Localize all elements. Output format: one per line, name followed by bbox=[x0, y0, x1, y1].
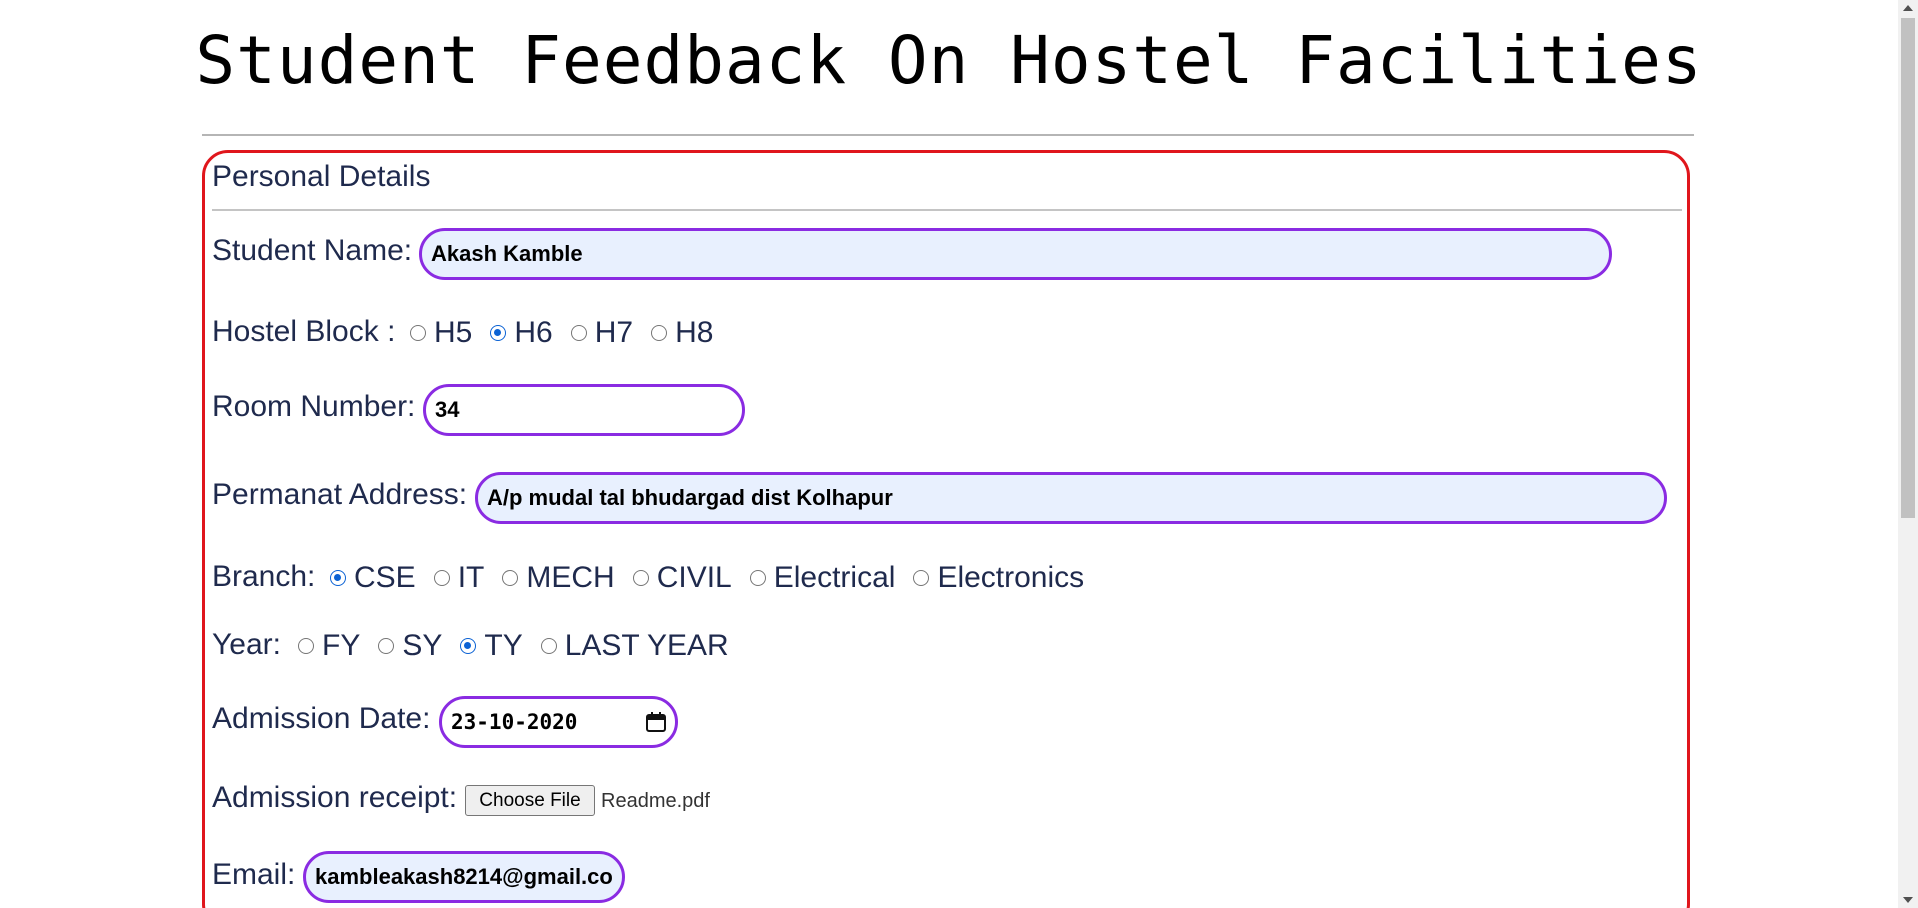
choose-file-button[interactable]: Choose File bbox=[465, 785, 595, 816]
section-divider bbox=[212, 209, 1682, 211]
radio-cse[interactable] bbox=[330, 570, 346, 586]
title-divider bbox=[202, 134, 1694, 136]
year-label: Year: bbox=[212, 628, 281, 661]
address-input[interactable]: A/p mudal tal bhudargad dist Kolhapur bbox=[475, 472, 1667, 524]
room-number-label: Room Number: bbox=[212, 390, 416, 423]
page-title: Student Feedback On Hostel Facilities bbox=[195, 22, 1703, 99]
admission-date-label: Admission Date: bbox=[212, 702, 431, 735]
hostel-block-option-h5[interactable]: H5 bbox=[410, 316, 472, 350]
branch-group: CSE IT MECH CIVIL Electrical Electronics bbox=[330, 561, 1102, 595]
branch-option-cse[interactable]: CSE bbox=[330, 561, 416, 595]
radio-h5[interactable] bbox=[410, 325, 426, 341]
hostel-block-group: H5 H6 H7 H8 bbox=[410, 316, 731, 350]
radio-it[interactable] bbox=[433, 570, 450, 586]
year-option-sy[interactable]: SY bbox=[378, 629, 442, 663]
branch-label: Branch: bbox=[212, 560, 316, 593]
calendar-icon[interactable] bbox=[645, 711, 667, 733]
year-option-ty[interactable]: TY bbox=[460, 629, 523, 663]
hostel-block-option-h6[interactable]: H6 bbox=[490, 316, 553, 350]
room-number-input[interactable]: 34 bbox=[423, 384, 745, 436]
radio-fy[interactable] bbox=[298, 638, 314, 654]
email-label: Email: bbox=[212, 858, 296, 891]
radio-civil[interactable] bbox=[632, 570, 649, 586]
year-group: FY SY TY LAST YEAR bbox=[298, 629, 747, 663]
radio-h8[interactable] bbox=[651, 325, 668, 341]
scroll-down-arrow-icon[interactable] bbox=[1903, 897, 1913, 903]
radio-h6[interactable] bbox=[490, 325, 507, 341]
page: Student Feedback On Hostel Facilities Pe… bbox=[0, 0, 1898, 908]
admission-receipt-label: Admission receipt: bbox=[212, 781, 458, 814]
student-name-input[interactable]: Akash Kamble bbox=[419, 228, 1612, 280]
vertical-scrollbar[interactable] bbox=[1898, 0, 1918, 908]
scrollbar-thumb[interactable] bbox=[1901, 18, 1915, 518]
admission-date-input[interactable]: 23-10-2020 bbox=[439, 696, 678, 748]
radio-last-year[interactable] bbox=[540, 638, 557, 654]
radio-mech[interactable] bbox=[502, 570, 519, 586]
radio-electrical[interactable] bbox=[749, 570, 766, 586]
admission-date-value: 23-10-2020 bbox=[451, 710, 578, 734]
branch-option-it[interactable]: IT bbox=[433, 561, 484, 595]
radio-h7[interactable] bbox=[570, 325, 587, 341]
radio-sy[interactable] bbox=[378, 638, 395, 654]
hostel-block-option-h8[interactable]: H8 bbox=[651, 316, 713, 350]
email-input[interactable]: kambleakash8214@gmail.co bbox=[303, 851, 625, 903]
hostel-block-option-h7[interactable]: H7 bbox=[570, 316, 633, 350]
year-option-fy[interactable]: FY bbox=[298, 629, 360, 663]
hostel-block-label: Hostel Block : bbox=[212, 315, 396, 348]
branch-option-civil[interactable]: CIVIL bbox=[632, 561, 732, 595]
radio-ty[interactable] bbox=[460, 638, 477, 654]
year-option-last-year[interactable]: LAST YEAR bbox=[540, 629, 729, 663]
section-title: Personal Details bbox=[212, 160, 431, 193]
branch-option-electronics[interactable]: Electronics bbox=[913, 561, 1084, 595]
branch-option-electrical[interactable]: Electrical bbox=[749, 561, 895, 595]
address-label: Permanat Address: bbox=[212, 478, 468, 511]
branch-option-mech[interactable]: MECH bbox=[502, 561, 615, 595]
scroll-up-arrow-icon[interactable] bbox=[1903, 5, 1913, 11]
radio-electronics[interactable] bbox=[913, 570, 930, 586]
student-name-label: Student Name: bbox=[212, 234, 413, 267]
selected-file-name: Readme.pdf bbox=[601, 790, 710, 812]
